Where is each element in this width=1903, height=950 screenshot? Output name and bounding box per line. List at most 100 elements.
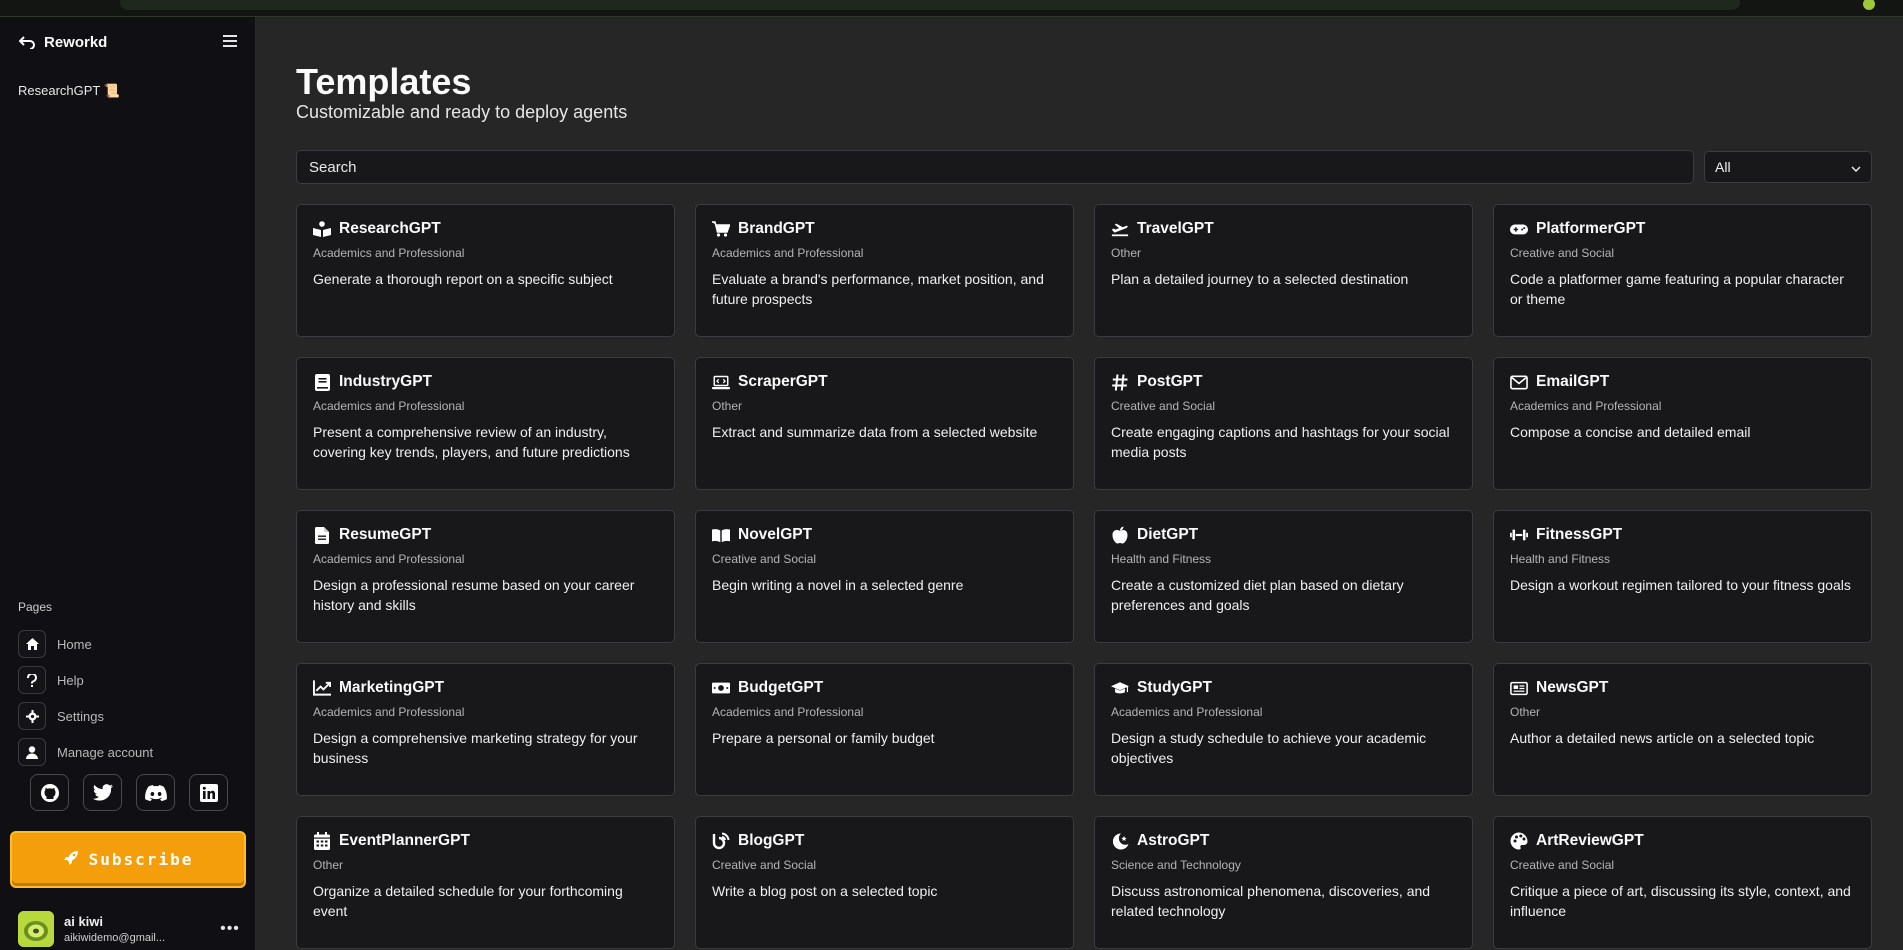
recent-agent-item[interactable]: ResearchGPT 📜 bbox=[18, 83, 120, 99]
template-title: ScraperGPT bbox=[738, 373, 828, 390]
cart-icon bbox=[712, 220, 730, 238]
template-card-studygpt[interactable]: StudyGPT Academics and Professional Design… bbox=[1094, 663, 1473, 796]
template-card-resumegpt[interactable]: ResumeGPT Academics and Professional Desig… bbox=[296, 510, 675, 643]
template-card-novelgpt[interactable]: NovelGPT Creative and Social Begin writing… bbox=[695, 510, 1074, 643]
template-description: Plan a detailed journey to a selected de… bbox=[1111, 271, 1409, 287]
category-filter-select[interactable]: All bbox=[1704, 151, 1872, 183]
template-title: MarketingGPT bbox=[339, 679, 445, 696]
avatar bbox=[18, 911, 54, 947]
template-description: Design a professional resume based on yo… bbox=[313, 577, 635, 613]
template-category: Other bbox=[1510, 705, 1541, 719]
template-description: Critique a piece of art, discussing its … bbox=[1510, 883, 1851, 919]
template-description: Extract and summarize data from a select… bbox=[712, 424, 1038, 440]
chevron-down-icon bbox=[1851, 159, 1861, 175]
pages-section-label: Pages bbox=[18, 600, 53, 614]
template-title: AstroGPT bbox=[1137, 832, 1210, 849]
template-card-travelgpt[interactable]: TravelGPT Other Plan a detailed journey to… bbox=[1094, 204, 1473, 337]
template-description: Present a comprehensive review of an ind… bbox=[313, 424, 630, 460]
template-card-artreviewgpt[interactable]: ArtReviewGPT Creative and Social Critique … bbox=[1493, 816, 1872, 949]
template-card-postgpt[interactable]: PostGPT Creative and Social Create engagin… bbox=[1094, 357, 1473, 490]
template-title: FitnessGPT bbox=[1536, 526, 1623, 543]
open-book-icon bbox=[712, 526, 730, 544]
template-title: ArtReviewGPT bbox=[1536, 832, 1644, 849]
page-title: Templates bbox=[296, 61, 472, 102]
template-description: Write a blog post on a selected topic bbox=[712, 883, 938, 899]
nav-label: Home bbox=[57, 636, 92, 652]
template-description: Discuss astronomical phenomena, discover… bbox=[1111, 883, 1431, 919]
brand[interactable]: Reworkd bbox=[18, 33, 107, 51]
template-description: Evaluate a brand's performance, market p… bbox=[712, 271, 1044, 307]
nav-item-manage-account[interactable]: Manage account bbox=[18, 734, 238, 770]
nav-item-settings[interactable]: Settings bbox=[18, 698, 238, 734]
template-card-astrogpt[interactable]: AstroGPT Science and Technology Discuss as… bbox=[1094, 816, 1473, 949]
github-icon[interactable] bbox=[30, 774, 69, 811]
money-icon bbox=[712, 679, 730, 697]
browser-bar bbox=[0, 0, 1903, 17]
gear-icon bbox=[18, 702, 46, 730]
profile-dot-icon[interactable] bbox=[1863, 0, 1875, 10]
template-description: Design a workout regimen tailored to you… bbox=[1510, 577, 1851, 593]
envelope-icon bbox=[1510, 373, 1528, 391]
home-icon bbox=[18, 630, 46, 658]
template-category: Academics and Professional bbox=[313, 399, 465, 413]
subscribe-label: Subscribe bbox=[88, 850, 194, 869]
template-card-scrapergpt[interactable]: ScraperGPT Other Extract and summarize dat… bbox=[695, 357, 1074, 490]
template-title: EmailGPT bbox=[1536, 373, 1610, 390]
template-card-bloggpt[interactable]: BlogGPT Creative and Social Write a blog p… bbox=[695, 816, 1074, 949]
nav-item-help[interactable]: Help bbox=[18, 662, 238, 698]
subscribe-button[interactable]: Subscribe bbox=[10, 831, 246, 888]
user-name: ai kiwi bbox=[64, 914, 104, 929]
template-title: EventPlannerGPT bbox=[339, 832, 470, 849]
template-card-researchgpt[interactable]: ResearchGPT Academics and Professional Gen… bbox=[296, 204, 675, 337]
address-bar[interactable] bbox=[120, 0, 1740, 10]
template-description: Begin writing a novel in a selected genr… bbox=[712, 577, 964, 593]
book-icon bbox=[313, 373, 331, 391]
template-category: Academics and Professional bbox=[712, 705, 864, 719]
template-card-emailgpt[interactable]: EmailGPT Academics and Professional Compos… bbox=[1493, 357, 1872, 490]
menu-toggle-icon[interactable] bbox=[220, 31, 240, 51]
template-category: Creative and Social bbox=[1111, 399, 1216, 413]
linkedin-icon[interactable] bbox=[189, 774, 228, 811]
graduation-cap-icon bbox=[1111, 679, 1129, 697]
template-description: Design a comprehensive marketing strateg… bbox=[313, 730, 638, 766]
discord-icon[interactable] bbox=[136, 774, 175, 811]
brand-name: Reworkd bbox=[44, 33, 108, 51]
more-options-icon[interactable]: ••• bbox=[220, 920, 240, 937]
user-profile[interactable]: ai kiwi aikiwidemo@gmail... ••• bbox=[18, 911, 240, 947]
template-title: ResumeGPT bbox=[339, 526, 432, 543]
template-title: BudgetGPT bbox=[738, 679, 824, 696]
template-category: Health and Fitness bbox=[1111, 552, 1212, 566]
template-category: Other bbox=[1111, 246, 1142, 260]
template-card-budgetgpt[interactable]: BudgetGPT Academics and Professional Prepa… bbox=[695, 663, 1074, 796]
plane-icon bbox=[1111, 220, 1129, 238]
hashtag-icon bbox=[1111, 373, 1129, 391]
file-icon bbox=[313, 526, 331, 544]
template-title: ResearchGPT bbox=[339, 220, 441, 237]
template-description: Create engaging captions and hashtags fo… bbox=[1111, 424, 1450, 460]
template-card-marketinggpt[interactable]: MarketingGPT Academics and Professional De… bbox=[296, 663, 675, 796]
laptop-code-icon bbox=[712, 373, 730, 391]
template-card-dietgpt[interactable]: DietGPT Health and Fitness Create a custom… bbox=[1094, 510, 1473, 643]
template-category: Academics and Professional bbox=[1510, 399, 1662, 413]
search-input[interactable] bbox=[296, 150, 1694, 184]
template-title: NewsGPT bbox=[1536, 679, 1609, 696]
template-card-platformergpt[interactable]: PlatformerGPT Creative and Social Code a p… bbox=[1493, 204, 1872, 337]
book-reader-icon bbox=[313, 220, 331, 238]
template-title: IndustryGPT bbox=[339, 373, 433, 390]
template-category: Science and Technology bbox=[1111, 858, 1241, 872]
template-title: DietGPT bbox=[1137, 526, 1199, 543]
template-card-industrygpt[interactable]: IndustryGPT Academics and Professional Pre… bbox=[296, 357, 675, 490]
nav-label: Help bbox=[57, 672, 84, 688]
twitter-icon[interactable] bbox=[83, 774, 122, 811]
template-category: Other bbox=[712, 399, 743, 413]
template-card-brandgpt[interactable]: BrandGPT Academics and Professional Evalua… bbox=[695, 204, 1074, 337]
template-category: Academics and Professional bbox=[313, 246, 465, 260]
template-description: Create a customized diet plan based on d… bbox=[1111, 577, 1404, 613]
template-category: Creative and Social bbox=[1510, 246, 1615, 260]
template-card-fitnessgpt[interactable]: FitnessGPT Health and Fitness Design a wor… bbox=[1493, 510, 1872, 643]
gamepad-icon bbox=[1510, 220, 1528, 238]
nav-item-home[interactable]: Home bbox=[18, 626, 238, 662]
template-card-eventplannergpt[interactable]: EventPlannerGPT Other Organize a detailed … bbox=[296, 816, 675, 949]
template-card-newsgpt[interactable]: NewsGPT Other Author a detailed news artic… bbox=[1493, 663, 1872, 796]
template-category: Creative and Social bbox=[712, 552, 817, 566]
